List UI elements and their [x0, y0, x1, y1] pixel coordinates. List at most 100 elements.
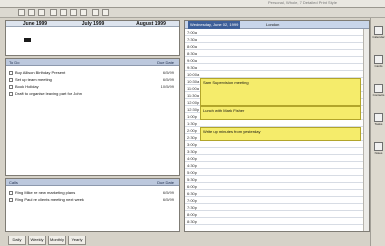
- time-slot[interactable]: 8:30a: [185, 50, 363, 57]
- calendar-day-cell[interactable]: [113, 34, 120, 38]
- calendar-day-cell[interactable]: [32, 34, 39, 38]
- calendar-day-cell[interactable]: [39, 52, 46, 56]
- calendar-day-cell[interactable]: [90, 29, 97, 33]
- copy-button[interactable]: [70, 9, 77, 16]
- sidebar-item-tasks[interactable]: Tasks: [372, 113, 385, 126]
- calendar-day-cell[interactable]: [74, 43, 81, 47]
- calendar-day-cell[interactable]: [90, 43, 97, 47]
- calendar-day-cell[interactable]: [66, 29, 73, 33]
- calendar-day-cell[interactable]: [39, 34, 46, 38]
- calendar-day-cell[interactable]: [55, 29, 62, 33]
- calendar-day-cell[interactable]: [16, 38, 23, 42]
- calendar-day-cell[interactable]: [171, 29, 178, 33]
- calendar-day-cell[interactable]: [24, 29, 31, 33]
- calendar-day-cell[interactable]: [47, 38, 54, 42]
- calendar-day-cell[interactable]: [97, 34, 104, 38]
- calendar-day-cell[interactable]: [148, 47, 155, 51]
- calendar-day-cell[interactable]: [8, 34, 15, 38]
- calendar-day-cell[interactable]: [74, 34, 81, 38]
- calendar-day-cell[interactable]: [8, 52, 15, 56]
- time-slot[interactable]: 7:30a: [185, 36, 363, 43]
- list-item[interactable]: Book Holiday 10/5/99: [9, 84, 175, 90]
- calendar-day-cell[interactable]: [163, 52, 170, 56]
- calendar-day-cell[interactable]: [171, 38, 178, 42]
- list-item[interactable]: Draft to organise leaving part for John: [9, 91, 175, 97]
- calendar-day-cell[interactable]: [16, 29, 23, 33]
- calendar-day-cell[interactable]: [155, 34, 162, 38]
- calendar-day-cell[interactable]: [140, 43, 147, 47]
- calendar-day-cell[interactable]: [16, 47, 23, 51]
- tab-daily[interactable]: Daily: [8, 236, 26, 245]
- calendar-day-cell[interactable]: [82, 52, 89, 56]
- calendar-day-cell[interactable]: [97, 52, 104, 56]
- calendar-day-cell[interactable]: [39, 47, 46, 51]
- calendar-day-cell[interactable]: [163, 47, 170, 51]
- calendar-day-cell[interactable]: [105, 34, 112, 38]
- calendar-day-cell[interactable]: [24, 34, 31, 38]
- appointment-block[interactable]: Lunch with Mark Fisher: [200, 106, 361, 120]
- calendar-day-cell[interactable]: [82, 43, 89, 47]
- calendar-day-cell[interactable]: [47, 43, 54, 47]
- calendar-day-cell[interactable]: [124, 47, 131, 51]
- calendar-day-cell[interactable]: [66, 43, 73, 47]
- task-checkbox[interactable]: [9, 71, 13, 75]
- calendar-day-cell[interactable]: [171, 34, 178, 38]
- sidebar-item-notes[interactable]: Notes: [372, 142, 385, 155]
- calendar-day-cell[interactable]: [8, 43, 15, 47]
- task-checkbox[interactable]: [9, 92, 13, 96]
- time-slot[interactable]: 6:30p: [185, 190, 363, 197]
- calendar-day-cell[interactable]: [148, 52, 155, 56]
- day-scrollbar[interactable]: [363, 29, 369, 231]
- new-item-button[interactable]: [18, 9, 25, 16]
- calendar-day-cell[interactable]: [113, 47, 120, 51]
- calendar-day-cell[interactable]: [140, 29, 147, 33]
- calendar-day-cell[interactable]: [140, 38, 147, 42]
- sidebar-item-contacts[interactable]: Contacts: [372, 84, 385, 97]
- time-slot[interactable]: 5:30p: [185, 176, 363, 183]
- calendar-day-cell[interactable]: [132, 47, 139, 51]
- calendar-day-cell[interactable]: [105, 43, 112, 47]
- calendar-day-cell[interactable]: [90, 52, 97, 56]
- time-slot[interactable]: 7:00p: [185, 197, 363, 204]
- open-button[interactable]: [28, 9, 35, 16]
- time-slot[interactable]: 6:00p: [185, 183, 363, 190]
- calendar-day-cell[interactable]: [16, 43, 23, 47]
- time-slot[interactable]: 5:00p: [185, 169, 363, 176]
- calendar-day-cell[interactable]: [155, 47, 162, 51]
- calendar-day-cell[interactable]: [97, 43, 104, 47]
- calendar-day-cell[interactable]: [113, 38, 120, 42]
- calendar-day-cell[interactable]: [8, 38, 15, 42]
- calendar-day-cell[interactable]: [66, 34, 73, 38]
- calendar-day-cell[interactable]: [113, 29, 120, 33]
- calendar-day-cell[interactable]: [32, 52, 39, 56]
- calendar-day-cell[interactable]: [132, 34, 139, 38]
- delete-button[interactable]: [92, 9, 99, 16]
- calendar-day-cell[interactable]: [55, 47, 62, 51]
- sidebar-item-cards[interactable]: Cards: [372, 55, 385, 68]
- calendar-day-cell[interactable]: [47, 34, 54, 38]
- calendar-day-cell[interactable]: [74, 47, 81, 51]
- calendar-day-cell[interactable]: [32, 47, 39, 51]
- time-slot[interactable]: 4:30p: [185, 162, 363, 169]
- time-slot[interactable]: 7:30p: [185, 204, 363, 211]
- print-button[interactable]: [50, 9, 57, 16]
- calendar-day-cell[interactable]: [39, 38, 46, 42]
- calendar-day-cell[interactable]: [97, 47, 104, 51]
- calendar-day-cell[interactable]: [39, 43, 46, 47]
- time-slot[interactable]: 9:00a: [185, 57, 363, 64]
- calendar-day-cell[interactable]: [171, 52, 178, 56]
- calendar-day-cell[interactable]: [124, 34, 131, 38]
- time-slot[interactable]: 3:30p: [185, 148, 363, 155]
- calendar-day-cell[interactable]: [148, 29, 155, 33]
- calendar-day-cell[interactable]: [132, 29, 139, 33]
- calendar-day-cell[interactable]: [24, 52, 31, 56]
- calendar-day-cell[interactable]: [47, 52, 54, 56]
- calendar-day-cell[interactable]: [8, 47, 15, 51]
- calendar-day-cell[interactable]: [74, 29, 81, 33]
- calendar-day-cell[interactable]: [90, 47, 97, 51]
- calendar-day-cell[interactable]: [24, 43, 31, 47]
- calendar-day-cell[interactable]: [16, 34, 23, 38]
- time-slot[interactable]: 8:00p: [185, 211, 363, 218]
- calendar-day-cell[interactable]: [105, 38, 112, 42]
- call-checkbox[interactable]: [9, 191, 13, 195]
